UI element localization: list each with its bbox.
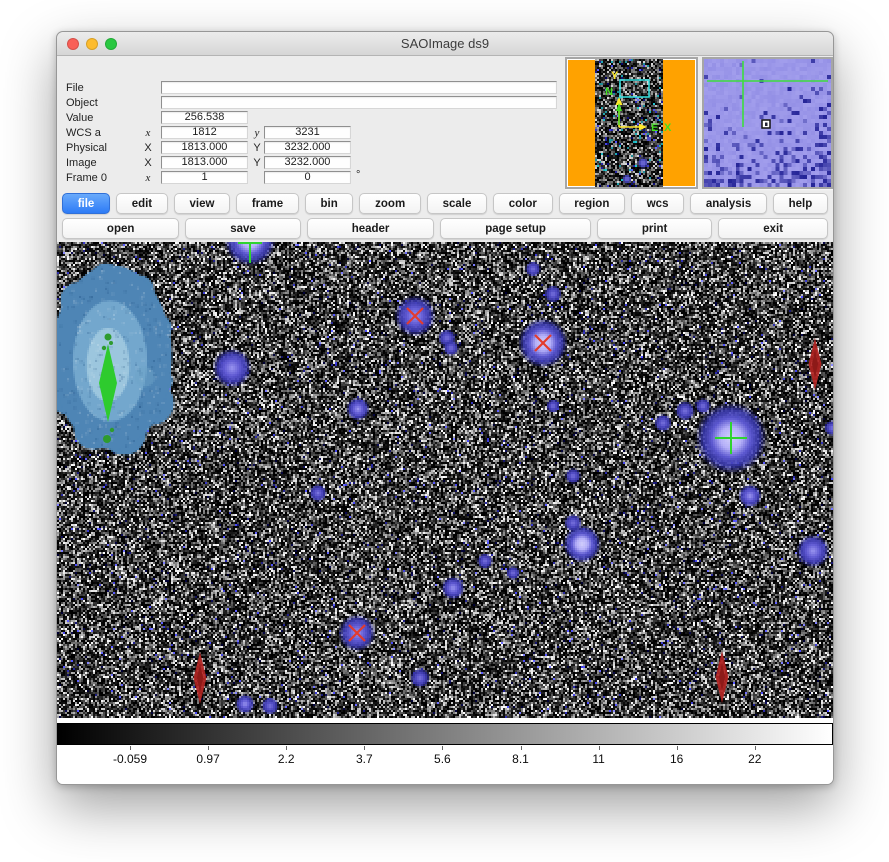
physical-x-field[interactable]: 1813.000 [161,141,248,154]
file-field[interactable] [161,81,557,94]
magnifier-crosshair [704,59,831,187]
svg-text:X: X [664,122,672,134]
menu-button-color[interactable]: color [493,193,553,214]
title-bar[interactable]: SAOImage ds9 [57,32,833,56]
colorbar-tickmark [208,746,209,750]
saturation-spike[interactable] [99,344,117,422]
colorbar-tick-label: 11 [592,752,604,766]
frame-rotate-field[interactable]: 0 [264,171,351,184]
colorbar-tickmark [286,746,287,750]
physical-label: Physical [66,142,107,154]
saturation-dot[interactable] [102,346,106,350]
svg-text:N: N [605,86,613,98]
colorbar-tickmark [599,746,600,750]
wcs-label: WCS a [66,127,101,139]
frame-zoom-field[interactable]: 1 [161,171,248,184]
panner-viewport-rect [620,80,649,97]
object-label: Object [66,97,98,109]
colorbar-tick-label: -0.059 [113,752,147,766]
saturation-dot[interactable] [103,435,111,443]
value-label: Value [66,112,93,124]
saturation-dot[interactable] [110,428,114,432]
action-button-page-setup[interactable]: page setup [440,218,591,239]
degree-symbol: ° [356,169,360,181]
menu-bar: file edit view frame binzoom scale color region… [57,193,833,215]
frame-x-sublabel: x [141,172,155,184]
menu-button-region[interactable]: region [559,193,626,214]
action-button-save[interactable]: save [185,218,300,239]
wcs-y-field[interactable]: 3231 [264,126,351,139]
image-x-field[interactable]: 1813.000 [161,156,248,169]
panner-compass: Y N E X [567,59,696,187]
menu-button-wcs[interactable]: wcs [631,193,684,214]
magnifier[interactable] [702,57,833,189]
menu-button-file[interactable]: file [62,193,110,214]
image-y-sublabel: Y [250,157,264,169]
colorbar-tickmark [364,746,365,750]
colorbar-tick-label: 0.97 [196,752,219,766]
colorbar-tickmark [521,746,522,750]
action-button-print[interactable]: print [597,218,712,239]
menu-button-edit[interactable]: edit [116,193,168,214]
menu-button-analysis[interactable]: analysis [690,193,767,214]
panner[interactable]: Y N E X [565,57,698,189]
colorbar-tick-label: 16 [670,752,683,766]
saturation-dot[interactable] [109,341,113,345]
colorbar-tick-label: 5.6 [434,752,451,766]
saturation-dot[interactable] [105,334,112,341]
physical-x-sublabel: X [141,142,155,154]
image-label: Image [66,157,97,169]
action-button-header[interactable]: header [307,218,435,239]
wcs-x-field[interactable]: 1812 [161,126,248,139]
ds9-window: SAOImage ds9 File Object Value 256.538 W… [56,31,834,785]
image-x-sublabel: X [141,157,155,169]
wcs-x-sublabel: x [141,127,155,139]
physical-y-field[interactable]: 3232.000 [264,141,351,154]
file-label: File [66,82,84,94]
menu-button-zoom[interactable]: zoom [359,193,420,214]
frame-label: Frame 0 [66,172,107,184]
menu-button-help[interactable]: help [773,193,828,214]
colorbar-gradient[interactable] [57,723,833,745]
object-field[interactable] [161,96,557,109]
colorbar-tickmark [130,746,131,750]
colorbar-tickmark [442,746,443,750]
image-display[interactable] [57,242,833,718]
region-overlay [57,242,833,718]
value-field[interactable]: 256.538 [161,111,248,124]
colorbar-tick-label: 3.7 [356,752,373,766]
colorbar-zone: -0.059 0.97 2.2 3.7 5.6 8.1 11 16 22 [57,718,833,785]
menu-button-scale[interactable]: scale [427,193,487,214]
action-button-open[interactable]: open [62,218,179,239]
colorbar-tick-label: 2.2 [278,752,295,766]
menu-button-bin[interactable]: bin [305,193,354,214]
file-submenu-bar: open save headerpage setup print exit [57,218,833,240]
menu-button-view[interactable]: view [174,193,230,214]
action-button-exit[interactable]: exit [718,218,828,239]
wcs-y-sublabel: y [250,127,264,139]
image-y-field[interactable]: 3232.000 [264,156,351,169]
physical-y-sublabel: Y [250,142,264,154]
window-title: SAOImage ds9 [57,36,833,51]
colorbar-tickmark [755,746,756,750]
colorbar-tick-label: 22 [748,752,761,766]
menu-button-frame[interactable]: frame [236,193,299,214]
colorbar-tickmark [677,746,678,750]
colorbar-tick-label: 8.1 [512,752,529,766]
svg-text:Y: Y [611,70,619,82]
svg-text:E: E [651,122,658,134]
